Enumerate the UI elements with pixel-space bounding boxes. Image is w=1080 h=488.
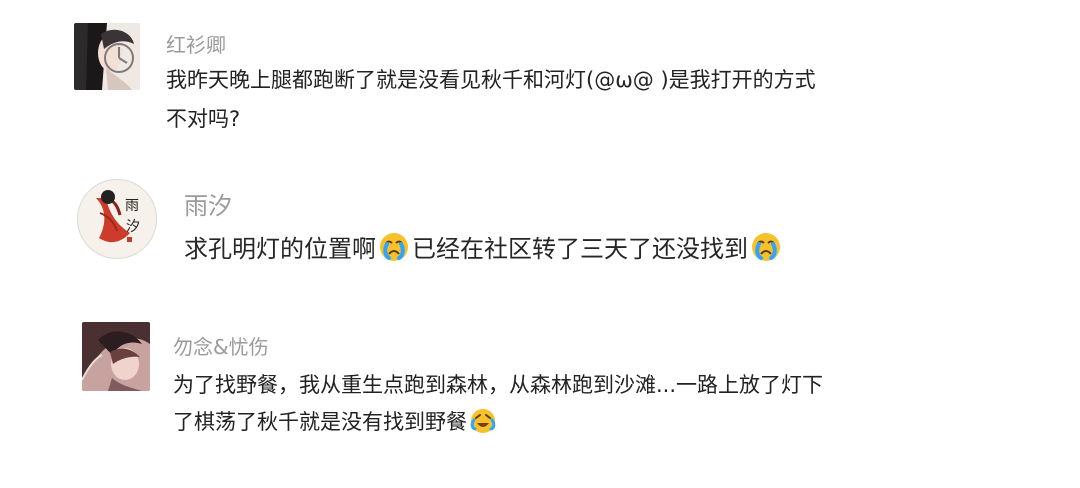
avatar-image: 雨 汐 bbox=[78, 180, 156, 258]
comment-text-part: 了棋荡了秋千就是没有找到野餐 bbox=[173, 410, 467, 434]
user-avatar[interactable]: 雨 汐 bbox=[77, 179, 157, 259]
username[interactable]: 勿念&忧伤 bbox=[173, 331, 269, 360]
crying-face-icon bbox=[750, 231, 782, 269]
user-avatar[interactable] bbox=[74, 23, 140, 90]
comment-text-line: 求孔明灯的位置啊 已经在社区转了三天了还没找到 bbox=[184, 229, 784, 269]
avatar-image bbox=[82, 322, 150, 391]
svg-text:汐: 汐 bbox=[126, 219, 140, 235]
comment-text-part: 已经在社区转了三天了还没找到 bbox=[412, 235, 748, 263]
comment-text-line: 了棋荡了秋千就是没有找到野餐 bbox=[173, 406, 499, 440]
comment-text-part: 求孔明灯的位置啊 bbox=[184, 235, 376, 263]
svg-text:雨: 雨 bbox=[125, 198, 139, 214]
laughing-crying-face-icon bbox=[469, 407, 497, 440]
comment-text-line: 不对吗? bbox=[166, 107, 241, 131]
crying-face-icon bbox=[378, 231, 410, 269]
comment-text-line: 为了找野餐，我从重生点跑到森林，从森林跑到沙滩...一路上放了灯下 bbox=[173, 373, 824, 397]
username[interactable]: 雨汐 bbox=[184, 186, 232, 221]
username[interactable]: 红衫卿 bbox=[166, 29, 226, 58]
user-avatar[interactable] bbox=[82, 322, 150, 391]
comment-text-line: 我昨天晚上腿都跑断了就是没看见秋千和河灯(@ω@ )是我打开的方式 bbox=[166, 68, 816, 92]
avatar-image bbox=[74, 23, 140, 90]
